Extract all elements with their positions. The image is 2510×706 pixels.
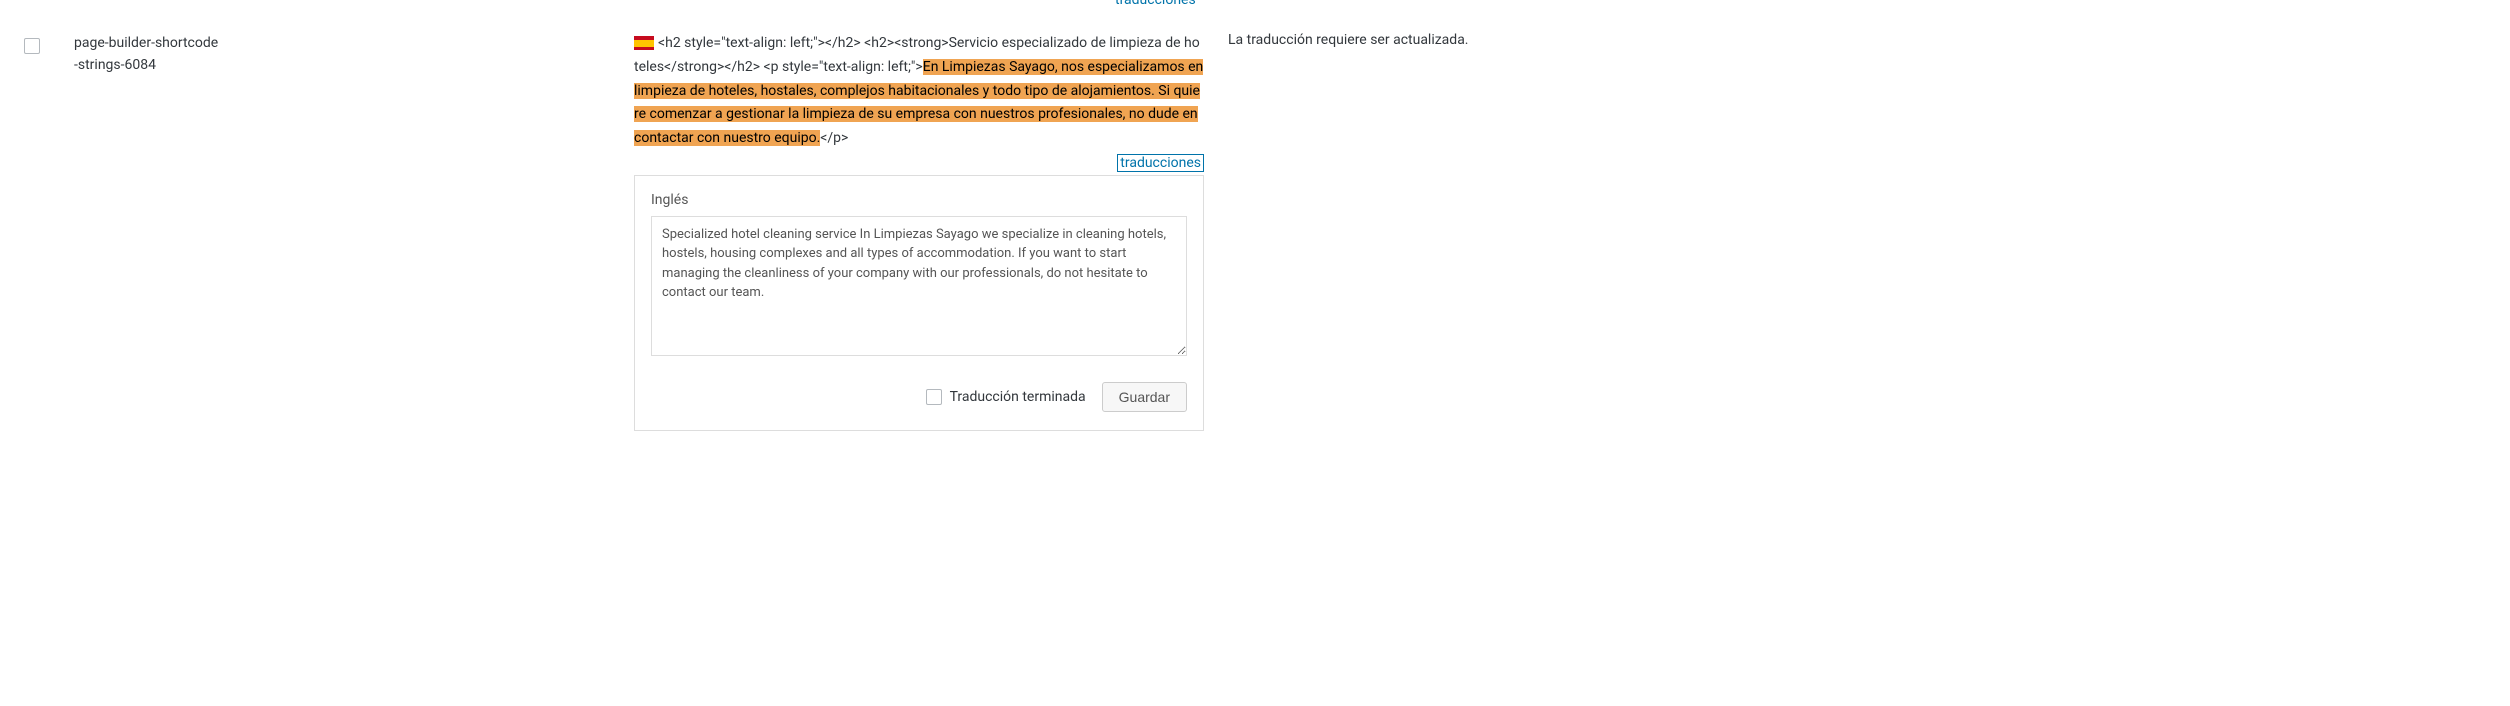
string-name-cell: page-builder-shortcode -strings-6084: [74, 32, 634, 77]
traducciones-link-wrap: traducciones: [634, 155, 1204, 171]
translation-language-label: Inglés: [651, 192, 1187, 208]
source-text: <h2 style="text-align: left;"></h2> <h2>…: [634, 32, 1204, 151]
row-checkbox-cell: [24, 32, 74, 58]
translation-footer: Traducción terminada Guardar: [651, 382, 1187, 412]
translation-row-container: traducciones page-builder-shortcode -str…: [0, 0, 2510, 706]
spain-flag-icon: [634, 36, 654, 50]
row-select-checkbox[interactable]: [24, 38, 40, 54]
string-name-line2: -strings-6084: [74, 57, 156, 73]
translation-complete-wrap[interactable]: Traducción terminada: [926, 389, 1086, 405]
save-button[interactable]: Guardar: [1102, 382, 1187, 412]
table-row: page-builder-shortcode -strings-6084 <h2…: [0, 0, 2510, 455]
translation-box: Inglés Traducción terminada Guardar: [634, 175, 1204, 431]
top-traducciones-link[interactable]: traducciones: [1115, 0, 1196, 8]
traducciones-link[interactable]: traducciones: [1117, 154, 1204, 172]
string-context-cell: <h2 style="text-align: left;"></h2> <h2>…: [634, 32, 1224, 431]
translation-complete-checkbox[interactable]: [926, 389, 942, 405]
translation-complete-label: Traducción terminada: [950, 389, 1086, 405]
source-post: </p>: [820, 130, 848, 146]
status-text: La traducción requiere ser actualizada.: [1228, 32, 1469, 48]
status-cell: La traducción requiere ser actualizada.: [1224, 32, 2486, 48]
translation-textarea[interactable]: [651, 216, 1187, 356]
string-name-line1: page-builder-shortcode: [74, 35, 218, 51]
